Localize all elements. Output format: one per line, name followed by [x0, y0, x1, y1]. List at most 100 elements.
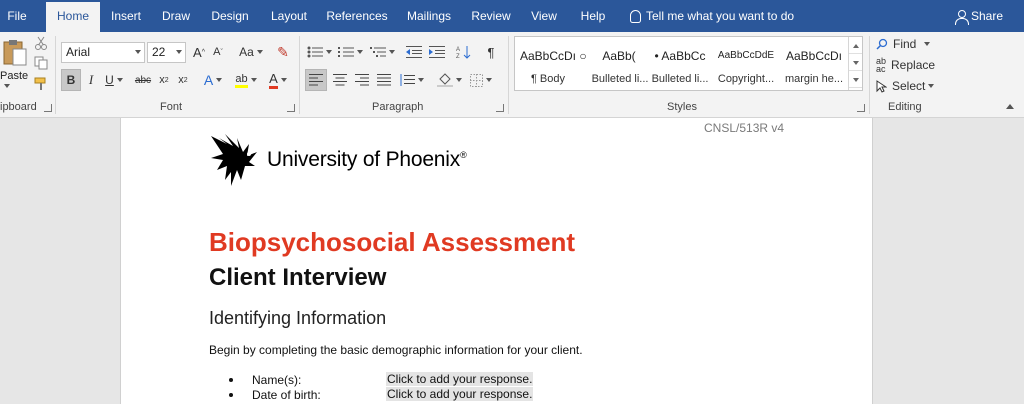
scroll-up-icon[interactable] — [849, 37, 862, 54]
logo-wordmark: University of Phoenix® — [267, 148, 467, 172]
numbering-button[interactable] — [336, 41, 364, 63]
style-preview: ○ — [579, 49, 587, 63]
field-label: Name(s): — [252, 373, 302, 387]
ribbon: Paste ipboard Arial 22 A ^ Aˇ Aa ✎ B I U … — [0, 32, 1024, 118]
copy-icon[interactable] — [34, 56, 48, 70]
italic-button[interactable]: I — [84, 69, 98, 91]
decrease-indent-icon[interactable] — [404, 41, 424, 63]
response-field-dob[interactable]: Click to add your response. — [386, 387, 534, 401]
style-body[interactable]: AaBbCcDı ¶ Body — [515, 37, 581, 90]
ribbon-tab-bar: File Home Insert Draw Design Layout Refe… — [0, 0, 1024, 32]
tab-layout[interactable]: Layout — [266, 0, 312, 32]
style-margin-heading[interactable]: AaBbCcDı margin he... — [781, 37, 847, 90]
font-color-button[interactable]: A — [264, 69, 292, 91]
select-label: Select — [892, 79, 926, 93]
response-field-name[interactable]: Click to add your response. — [386, 372, 534, 386]
registered-mark: ® — [460, 150, 467, 160]
tab-file[interactable]: File — [0, 0, 34, 32]
strikethrough-button[interactable]: abc — [133, 69, 153, 91]
replace-button[interactable]: ab ac Replace — [876, 56, 935, 74]
paste-label: Paste — [0, 70, 29, 82]
align-center-button[interactable] — [330, 69, 350, 91]
highlight-color-button[interactable]: ab — [232, 69, 260, 91]
increase-indent-icon[interactable] — [427, 41, 447, 63]
justify-button[interactable] — [374, 69, 394, 91]
tab-review[interactable]: Review — [468, 0, 514, 32]
shrink-font-icon: A — [213, 46, 221, 58]
university-logo: University of Phoenix® — [209, 130, 469, 188]
style-preview: • AaBbCc — [654, 49, 706, 63]
paragraph-dialog-launcher-icon[interactable] — [496, 104, 504, 112]
line-spacing-button[interactable] — [397, 69, 425, 91]
replace-label: Replace — [891, 58, 936, 72]
sort-icon[interactable]: AZ — [454, 41, 474, 63]
bullets-button[interactable] — [305, 41, 333, 63]
collapse-ribbon-icon[interactable] — [1006, 104, 1014, 109]
clear-formatting-icon[interactable]: ✎ — [274, 41, 292, 63]
field-label: Date of birth: — [252, 388, 321, 402]
tab-home[interactable]: Home — [46, 2, 100, 32]
separator — [299, 36, 300, 114]
tab-view[interactable]: View — [526, 0, 562, 32]
chevron-down-icon — [135, 50, 141, 54]
subscript-button[interactable]: x2 — [156, 69, 172, 91]
tell-me-text: Tell me what you want to do — [646, 9, 795, 23]
clipboard-dialog-launcher-icon[interactable] — [44, 104, 52, 112]
grow-font-button[interactable]: A ^ — [190, 41, 208, 63]
font-color-icon: A — [269, 71, 278, 89]
align-left-button[interactable] — [305, 69, 327, 91]
select-button[interactable]: Select — [876, 77, 935, 95]
style-bulleted-list-2[interactable]: • AaBbCc Bulleted li... — [647, 37, 713, 90]
paste-button[interactable] — [2, 38, 28, 66]
font-size-combo[interactable]: 22 — [147, 42, 186, 63]
font-name-combo[interactable]: Arial — [61, 42, 145, 63]
text-effects-button[interactable]: A — [199, 69, 227, 91]
separator — [508, 36, 509, 114]
borders-button[interactable] — [467, 69, 495, 91]
more-styles-icon[interactable] — [849, 71, 862, 88]
share-button[interactable]: Share — [955, 0, 1003, 32]
underline-button[interactable]: U — [103, 69, 125, 91]
shading-button[interactable] — [435, 69, 463, 91]
style-name: Bulleted li... — [591, 73, 649, 85]
superscript-button[interactable]: x2 — [175, 69, 191, 91]
svg-text:Z: Z — [456, 54, 460, 59]
cut-icon[interactable] — [34, 36, 48, 50]
document-id: CNSL/513R v4 — [704, 121, 785, 135]
change-case-button[interactable]: Aa — [237, 41, 265, 63]
font-size-value: 22 — [152, 45, 166, 59]
find-label: Find — [893, 37, 917, 51]
align-center-icon — [333, 74, 347, 86]
bold-button[interactable]: B — [61, 69, 81, 91]
paste-dropdown-icon[interactable] — [4, 84, 10, 88]
tab-design[interactable]: Design — [206, 0, 254, 32]
tab-insert[interactable]: Insert — [104, 0, 148, 32]
tab-draw[interactable]: Draw — [158, 0, 194, 32]
tab-references[interactable]: References — [324, 0, 390, 32]
style-copyright[interactable]: AaBbCcDdE Copyright... — [713, 37, 779, 90]
align-left-icon — [309, 74, 323, 86]
paint-bucket-icon — [436, 73, 453, 87]
find-button[interactable]: Find — [876, 35, 931, 53]
editing-group-label: Editing — [888, 101, 922, 113]
style-preview: AaBbCcDı — [519, 49, 577, 63]
show-formatting-marks-icon[interactable]: ¶ — [483, 41, 499, 63]
align-right-button[interactable] — [352, 69, 372, 91]
font-dialog-launcher-icon[interactable] — [287, 104, 295, 112]
align-right-icon — [355, 74, 369, 86]
shrink-font-button[interactable]: Aˇ — [209, 41, 227, 63]
search-icon — [876, 38, 888, 50]
separator — [869, 36, 870, 114]
tab-help[interactable]: Help — [574, 0, 612, 32]
document-page[interactable]: CNSL/513R v4 University of Phoenix® Biop… — [120, 118, 873, 404]
tell-me-box[interactable]: Tell me what you want to do — [630, 0, 794, 32]
scroll-down-icon[interactable] — [849, 54, 862, 71]
style-bulleted-list-1[interactable]: AaBb( Bulleted li... — [592, 37, 649, 90]
tab-mailings[interactable]: Mailings — [402, 0, 456, 32]
styles-dialog-launcher-icon[interactable] — [857, 104, 865, 112]
cursor-arrow-icon — [876, 79, 887, 93]
justify-icon — [377, 74, 391, 86]
format-painter-icon[interactable] — [34, 77, 48, 91]
multilevel-list-button[interactable] — [368, 41, 396, 63]
style-name: ¶ Body — [530, 73, 566, 85]
